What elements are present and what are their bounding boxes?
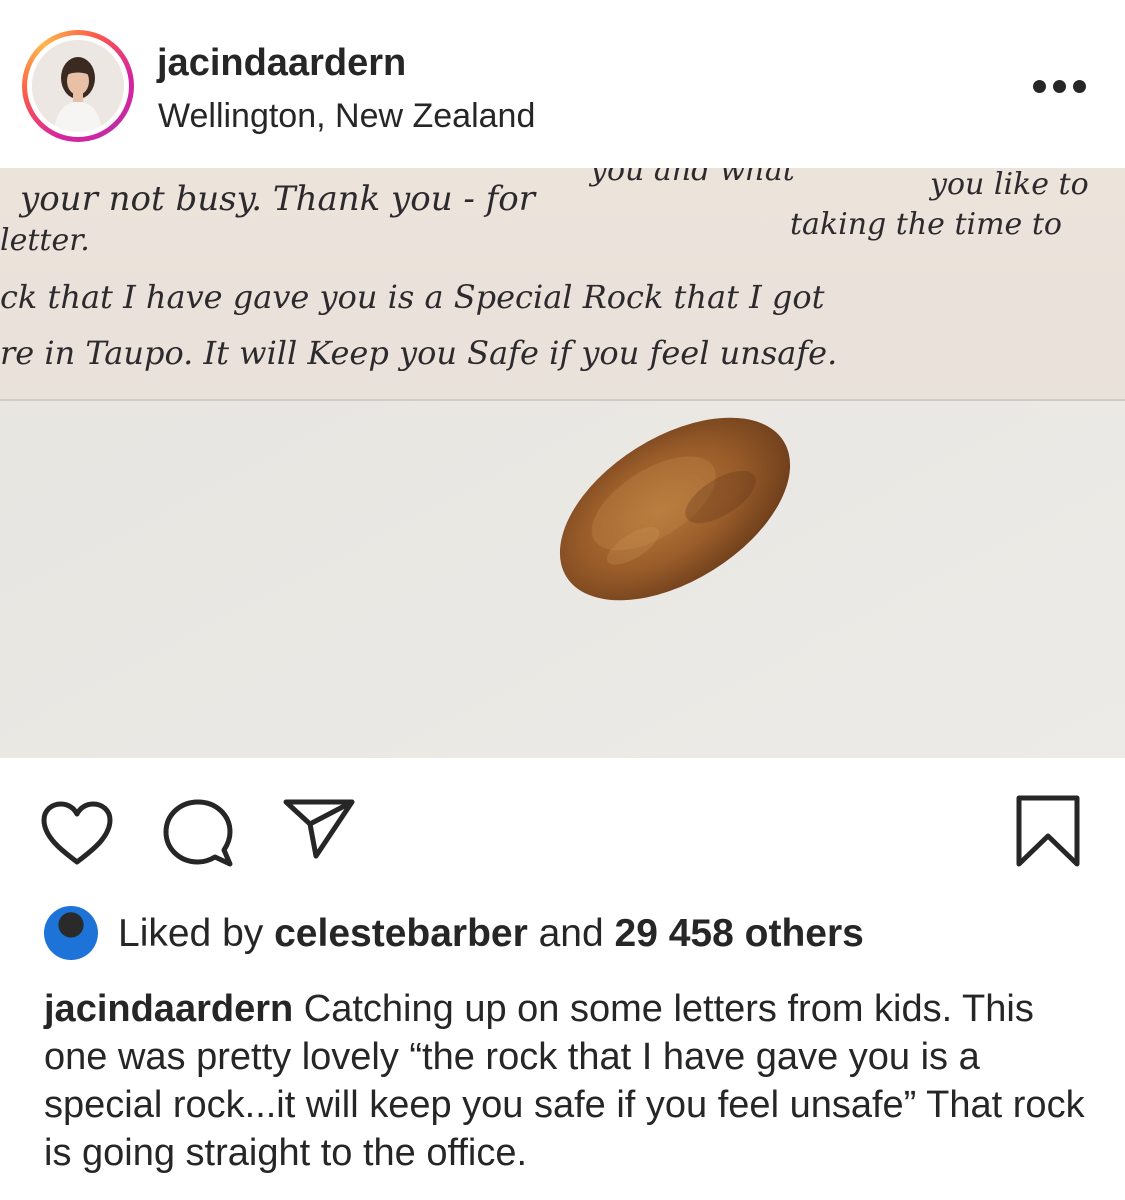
post-username[interactable]: jacindaardern <box>157 42 406 85</box>
handwriting-line-1a: your not busy. Thank you - for <box>18 179 537 219</box>
handwriting-line-4: re in Taupo. It will Keep you Safe if yo… <box>0 334 837 372</box>
post-location[interactable]: Wellington, New Zealand <box>158 97 535 136</box>
heart-icon[interactable] <box>40 800 114 871</box>
liker-avatar[interactable] <box>44 906 98 960</box>
liker-username[interactable]: celestebarber <box>274 912 528 955</box>
action-bar <box>0 760 1125 900</box>
likes-count[interactable]: 29 458 others <box>615 912 864 955</box>
send-icon[interactable] <box>282 798 356 865</box>
post-caption: jacindaardern Catching up on some letter… <box>44 985 1094 1177</box>
more-horizontal-icon[interactable] <box>1030 80 1090 100</box>
handwriting-line-0: you and what <box>588 168 796 188</box>
post-header: jacindaardern Wellington, New Zealand <box>0 0 1125 168</box>
bookmark-icon[interactable] <box>1015 794 1081 873</box>
handwriting-line-3: ck that I have gave you is a Special Roc… <box>0 278 825 316</box>
post-photo[interactable]: you and what your not busy. Thank you - … <box>0 168 1125 758</box>
handwriting-line-1b: taking the time to <box>790 207 1062 242</box>
likes-summary[interactable]: Liked by celestebarber and 29 458 others <box>118 912 864 956</box>
caption-author[interactable]: jacindaardern <box>44 988 293 1030</box>
avatar[interactable] <box>32 40 124 132</box>
handwriting-line-2: letter. <box>0 223 90 258</box>
comment-icon[interactable] <box>162 798 236 875</box>
story-ring[interactable] <box>22 30 134 142</box>
likes-row: Liked by celestebarber and 29 458 others <box>44 906 1084 962</box>
handwriting-line-1c: you like to <box>928 168 1089 202</box>
